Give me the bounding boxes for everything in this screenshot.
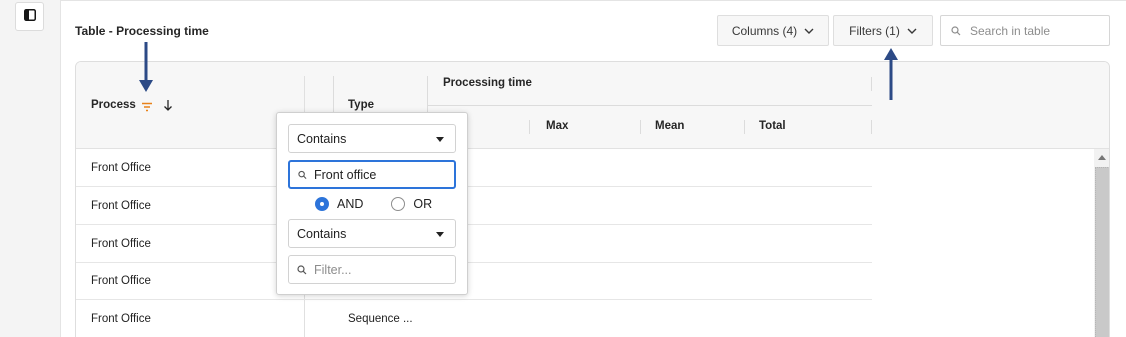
header-separator	[529, 120, 530, 134]
filter-active-icon[interactable]	[141, 99, 153, 117]
header-separator	[744, 120, 745, 134]
or-radio[interactable]	[391, 197, 406, 211]
annotation-arrow-down-icon	[139, 42, 153, 92]
panel-toggle-button[interactable]	[15, 2, 44, 31]
cell-type: Sequence ...	[348, 313, 413, 325]
cell-process: Front Office	[91, 200, 151, 212]
cell-process: Front Office	[91, 313, 151, 325]
header-type[interactable]: Type	[348, 99, 374, 111]
cell-process: Front Office	[91, 238, 151, 250]
condition-select-1-value: Contains	[297, 131, 347, 146]
filter-value-2[interactable]	[314, 262, 454, 277]
table-row[interactable]: Front Office	[76, 149, 872, 187]
annotation-arrow-up-icon	[884, 48, 898, 100]
scroll-up-icon[interactable]	[1098, 154, 1106, 160]
table-row[interactable]: Front Office	[76, 225, 872, 263]
header-processing-time: Processing time	[443, 77, 532, 89]
cell-process: Front Office	[91, 162, 151, 174]
or-label: OR	[413, 197, 433, 211]
table-title: Table - Processing time	[75, 24, 209, 38]
condition-select-1[interactable]: Contains	[288, 124, 456, 153]
cell-process: Front Office	[91, 275, 151, 287]
dropdown-arrow-icon	[436, 232, 444, 237]
header-separator	[871, 77, 872, 91]
header-separator	[640, 120, 641, 134]
data-table: Process Type Processing time Max Mean To…	[75, 61, 1110, 337]
group-underline	[428, 105, 872, 106]
filters-button-label: Filters (1)	[849, 23, 900, 38]
search-icon	[298, 170, 307, 179]
chevron-down-icon	[804, 28, 814, 34]
header-separator	[871, 120, 872, 134]
and-radio[interactable]	[315, 197, 329, 211]
search-icon	[297, 264, 307, 274]
table-header: Process Type Processing time Max Mean To…	[76, 62, 1109, 149]
header-total[interactable]: Total	[759, 120, 786, 132]
filter-input-2[interactable]	[288, 255, 456, 284]
and-label: AND	[337, 197, 364, 211]
table-search[interactable]	[940, 15, 1110, 46]
panel-toggle-icon	[23, 8, 36, 26]
columns-button[interactable]: Columns (4)	[717, 15, 829, 46]
left-rail	[0, 0, 60, 337]
operator-radio-group: AND OR	[315, 195, 432, 213]
condition-select-2-value: Contains	[297, 226, 347, 241]
search-icon	[951, 25, 961, 35]
filters-button[interactable]: Filters (1)	[833, 15, 933, 46]
header-process[interactable]: Process	[91, 99, 136, 111]
sort-descending-icon[interactable]	[163, 98, 173, 116]
condition-select-2[interactable]: Contains	[288, 219, 456, 248]
scrollbar-thumb[interactable]	[1095, 167, 1109, 337]
dropdown-arrow-icon	[436, 137, 444, 142]
header-mean[interactable]: Mean	[655, 120, 684, 132]
columns-button-label: Columns (4)	[731, 23, 798, 38]
table-row[interactable]: Front Office	[76, 262, 872, 300]
table-row[interactable]: Front Office	[76, 187, 872, 225]
column-filter-popup: Contains AND OR Contains	[276, 112, 468, 295]
search-input[interactable]	[970, 23, 1100, 38]
chevron-down-icon	[907, 28, 917, 34]
header-max[interactable]: Max	[546, 120, 568, 132]
filter-input-1[interactable]	[288, 160, 456, 189]
vertical-scrollbar[interactable]	[1094, 149, 1109, 337]
filter-value-1[interactable]	[314, 167, 454, 182]
table-row[interactable]: Front Office Sequence ...	[76, 300, 872, 337]
